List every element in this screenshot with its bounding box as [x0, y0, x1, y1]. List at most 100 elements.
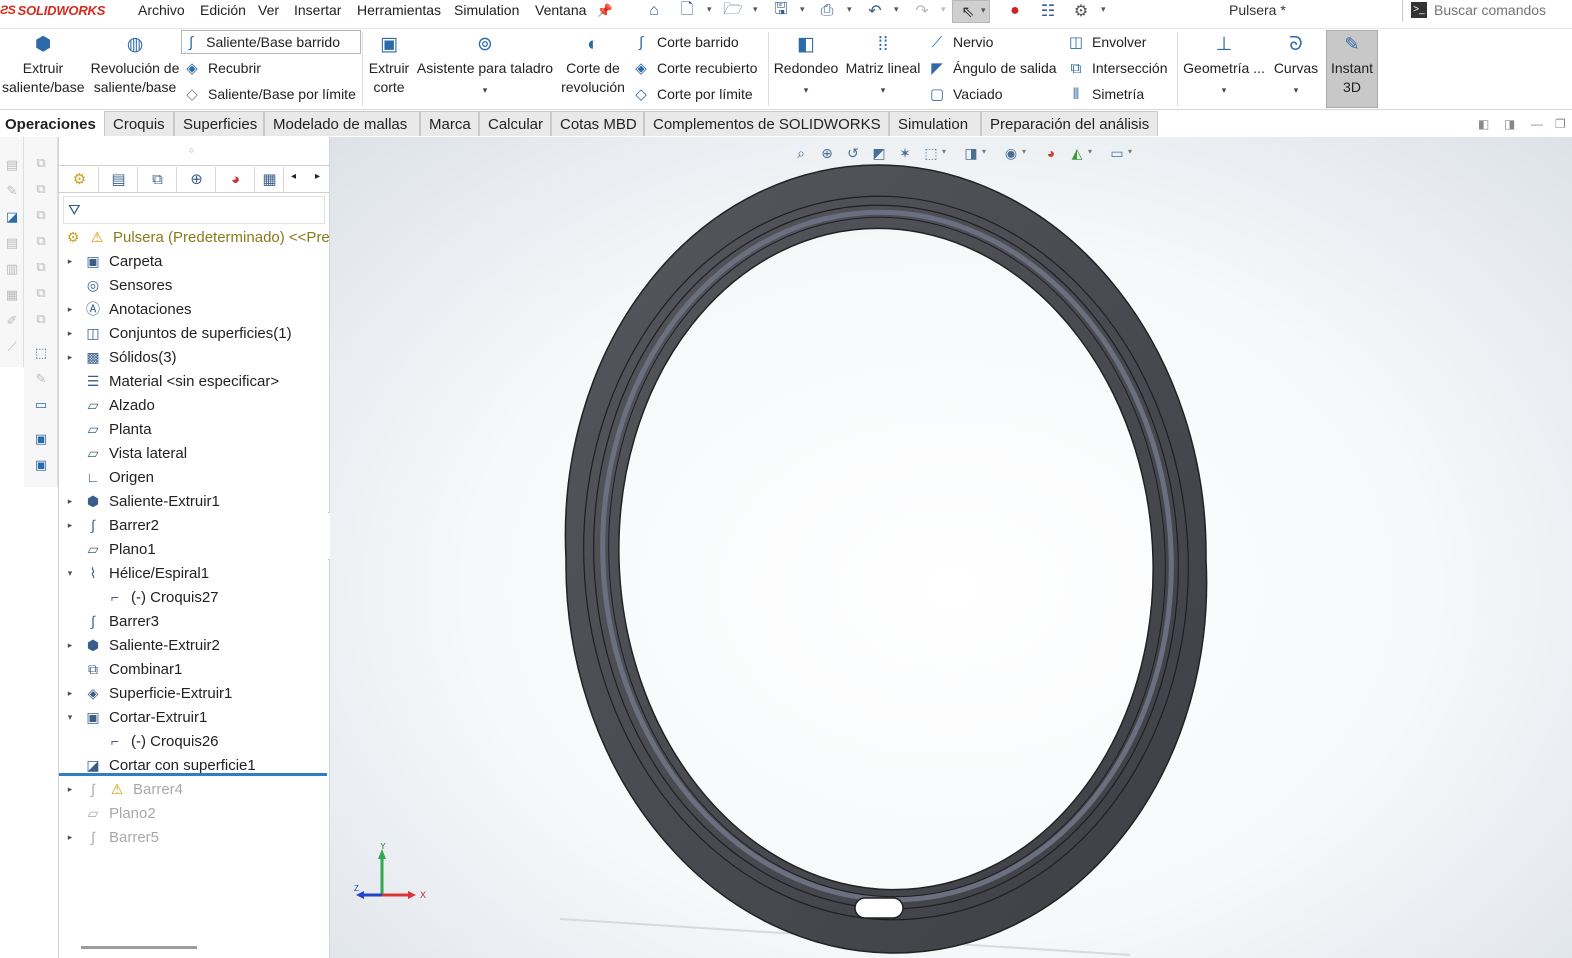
new-document-icon[interactable]: 🗋: [676, 1, 698, 21]
menu-ventana[interactable]: Ventana: [535, 2, 586, 18]
tree-item[interactable]: ▱ Vista lateral: [59, 441, 329, 465]
tab-modelado-mallas[interactable]: Modelado de mallas: [264, 111, 420, 136]
tree-item[interactable]: ▱ Plano1: [59, 537, 329, 561]
wrap-button[interactable]: ◫ Envolver: [1066, 30, 1147, 54]
restore-icon[interactable]: ❐: [1555, 117, 1566, 131]
select-dropdown-icon[interactable]: ▾: [981, 5, 986, 16]
expand-toggle-icon[interactable]: ▸: [65, 688, 75, 699]
expand-toggle-icon[interactable]: ▸: [65, 304, 75, 315]
tab-simulation[interactable]: Simulation: [889, 111, 981, 136]
menu-insertar[interactable]: Insertar: [294, 2, 341, 18]
strip-tool-icon[interactable]: ✐: [2, 311, 22, 331]
intersect-button[interactable]: ⧉ Intersección: [1066, 56, 1168, 80]
strip-tool-icon[interactable]: ✎: [31, 369, 51, 389]
curves-button[interactable]: ᘐ Curvas ▾: [1270, 33, 1322, 96]
strip-tool-icon[interactable]: ◪: [2, 207, 22, 227]
expand-toggle-icon[interactable]: ▸: [65, 832, 75, 843]
curves-dropdown-icon[interactable]: ▾: [1270, 84, 1322, 96]
tree-item[interactable]: ▾ ▣ Cortar-Extruir1: [59, 705, 329, 729]
strip-tool-icon[interactable]: ⧉: [31, 231, 51, 251]
menu-simulation[interactable]: Simulation: [454, 2, 519, 18]
hole-wizard-button[interactable]: ⊚ Asistente para taladro ▾: [416, 33, 554, 96]
bracelet-model[interactable]: [330, 137, 1572, 958]
strip-tool-icon[interactable]: ⧉: [31, 309, 51, 329]
options-dropdown-icon[interactable]: ▾: [1101, 4, 1106, 15]
tree-item[interactable]: ▱ Planta: [59, 417, 329, 441]
save-dropdown-icon[interactable]: ▾: [800, 4, 805, 15]
tree-item[interactable]: ∟ Origen: [59, 465, 329, 489]
tree-item[interactable]: ⌐ (-) Croquis27: [59, 585, 329, 609]
tree-item[interactable]: ▸ ∫ Barrer2: [59, 513, 329, 537]
mirror-button[interactable]: ⫴ Simetría: [1066, 82, 1144, 106]
fillet-dropdown-icon[interactable]: ▾: [772, 84, 840, 96]
strip-tool-icon[interactable]: ⧉: [31, 179, 51, 199]
strip-tool-icon[interactable]: ✎: [2, 181, 22, 201]
tile-right-icon[interactable]: ◨: [1504, 117, 1515, 131]
tree-item[interactable]: ▾ ⌇ Hélice/Espiral1: [59, 561, 329, 585]
expand-toggle-icon[interactable]: ▸: [65, 520, 75, 531]
tree-item[interactable]: ▱ Plano2: [59, 801, 329, 825]
strip-tool-icon[interactable]: ⧉: [31, 257, 51, 277]
redo-dropdown-icon[interactable]: ▾: [941, 4, 946, 15]
tree-item[interactable]: ▱ Alzado: [59, 393, 329, 417]
feature-filter[interactable]: ⛛: [63, 196, 325, 224]
extruded-cut-button[interactable]: ▣ Extruir corte: [366, 33, 412, 97]
tile-left-icon[interactable]: ◧: [1478, 117, 1489, 131]
boundary-boss-button[interactable]: ◇ Saliente/Base por límite: [182, 82, 356, 106]
tree-item[interactable]: ▸ ∫ Barrer5: [59, 825, 329, 849]
menu-archivo[interactable]: Archivo: [138, 2, 185, 18]
revolved-cut-button[interactable]: ◐ Corte de revolución: [560, 33, 626, 97]
strip-tool-icon[interactable]: ⬚: [31, 343, 51, 363]
tab-complementos[interactable]: Complementos de SOLIDWORKS: [644, 111, 889, 136]
expand-toggle-icon[interactable]: ▾: [65, 568, 75, 579]
lofted-boss-button[interactable]: ◈ Recubrir: [182, 56, 261, 80]
tree-item[interactable]: ▸ ◫ Conjuntos de superficies(1): [59, 321, 329, 345]
graphics-area[interactable]: ⌕ ⊕ ↺ ◩ ✶ ⬚ ▾ ◨ ▾ ◉ ▾ ◕ ◭ ▾ ▭ ▾ Y X Z: [330, 137, 1572, 958]
strip-tool-icon[interactable]: ▤: [2, 155, 22, 175]
strip-tool-icon[interactable]: ▥: [2, 259, 22, 279]
boundary-cut-button[interactable]: ◇ Corte por límite: [631, 82, 752, 106]
tree-item[interactable]: ▸ ◈ Superficie-Extruir1: [59, 681, 329, 705]
cam-tab-icon[interactable]: ▦: [256, 167, 284, 192]
shell-button[interactable]: ▢ Vaciado: [927, 82, 1003, 106]
tree-item[interactable]: ☰ Material <sin especificar>: [59, 369, 329, 393]
tree-item[interactable]: ▸ ▣ Carpeta: [59, 249, 329, 273]
horizontal-scrollbar[interactable]: [81, 946, 197, 949]
revolve-boss-button[interactable]: ◍ Revolución de saliente/base: [90, 33, 180, 97]
strip-tool-icon[interactable]: ▭: [31, 395, 51, 415]
strip-tool-icon[interactable]: ⟋: [2, 337, 22, 357]
expand-toggle-icon[interactable]: ▸: [65, 352, 75, 363]
expand-toggle-icon[interactable]: ▸: [65, 328, 75, 339]
swept-boss-button[interactable]: ∫ Saliente/Base barrido: [181, 30, 361, 54]
undo-dropdown-icon[interactable]: ▾: [894, 4, 899, 15]
dimxpert-tab-icon[interactable]: ⊕: [178, 167, 216, 192]
configuration-manager-tab-icon[interactable]: ⧉: [139, 167, 177, 192]
draft-button[interactable]: ◤ Ángulo de salida: [927, 56, 1056, 80]
expand-toggle-icon[interactable]: ▸: [65, 256, 75, 267]
feature-manager-tab-icon[interactable]: ⚙: [61, 167, 99, 192]
extrude-boss-button[interactable]: ⬢ Extruir saliente/base: [2, 33, 85, 97]
swept-cut-button[interactable]: ∫ Corte barrido: [631, 30, 739, 54]
minimize-icon[interactable]: —: [1531, 117, 1543, 131]
lofted-cut-button[interactable]: ◈ Corte recubierto: [631, 56, 757, 80]
expand-toggle-icon[interactable]: ▸: [65, 640, 75, 651]
strip-tool-icon[interactable]: ▤: [2, 233, 22, 253]
tree-item[interactable]: ◎ Sensores: [59, 273, 329, 297]
panel-grip-icon[interactable]: ○: [189, 145, 194, 155]
pin-icon[interactable]: 📌: [594, 1, 616, 21]
reference-geometry-button[interactable]: ⊥ Geometría ... ▾: [1181, 33, 1267, 96]
rebuild-icon[interactable]: ●: [1004, 1, 1026, 21]
expand-toggle-icon[interactable]: ▸: [65, 496, 75, 507]
tab-operaciones[interactable]: Operaciones: [0, 111, 104, 136]
tab-calcular[interactable]: Calcular: [479, 111, 551, 136]
home-icon[interactable]: ⌂: [643, 1, 665, 21]
expand-toggle-icon[interactable]: ▾: [65, 712, 75, 723]
strip-tool-icon[interactable]: ▣: [31, 455, 51, 475]
print-dropdown-icon[interactable]: ▾: [847, 4, 852, 15]
fillet-button[interactable]: ◧ Redondeo ▾: [772, 33, 840, 96]
strip-tool-icon[interactable]: ▣: [31, 429, 51, 449]
open-dropdown-icon[interactable]: ▾: [753, 4, 758, 15]
new-dropdown-icon[interactable]: ▾: [707, 4, 712, 15]
search-commands[interactable]: >_: [1402, 0, 1572, 22]
tree-item[interactable]: ▸ Ⓐ Anotaciones: [59, 297, 329, 321]
